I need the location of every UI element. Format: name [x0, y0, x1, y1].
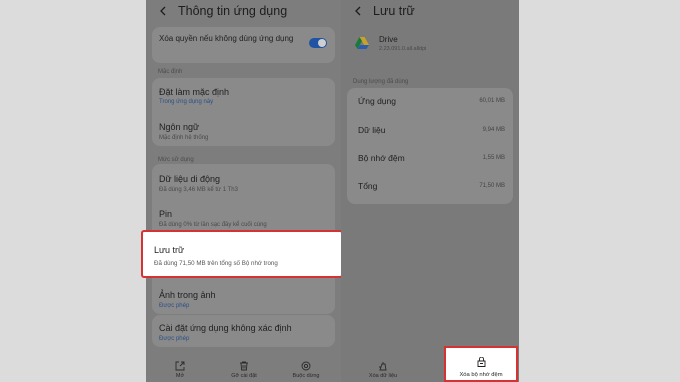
- open-external-icon: [175, 361, 185, 371]
- app-info-bottom-bar: Mở Gỡ cài đặt Buộc dừng: [146, 352, 341, 382]
- remove-permissions-row[interactable]: Xóa quyền nếu không dùng ứng dụng: [152, 27, 335, 63]
- page-title: Lưu trữ: [373, 4, 415, 18]
- storage-section-title: Dung lượng đã dùng: [353, 79, 409, 85]
- storage-usage-card: Ứng dụng 60,01 MB Dữ liệu 9,94 MB Bộ nhớ…: [347, 88, 513, 204]
- app-info-screen: Thông tin ứng dụng Xóa quyền nếu không d…: [146, 0, 341, 382]
- section-default-title: Mặc định: [158, 69, 183, 75]
- clear-data-icon: [379, 362, 387, 371]
- toggle-knob: [318, 39, 326, 47]
- storage-row-value: 1,55 MB: [482, 155, 505, 161]
- language-title: Ngôn ngữ: [159, 122, 200, 132]
- storage-row-label: Ứng dụng: [358, 96, 396, 106]
- set-default-subtitle: Trong ứng dụng này: [159, 99, 214, 105]
- remove-permissions-card: Xóa quyền nếu không dùng ứng dụng: [152, 27, 335, 63]
- storage-row-label: Bộ nhớ đệm: [358, 153, 405, 163]
- trash-icon: [240, 361, 248, 371]
- clear-cache-label: Xóa bộ nhớ đệm: [459, 372, 503, 378]
- storage-row-value: 60,01 MB: [479, 98, 505, 104]
- force-stop-icon: [301, 361, 311, 371]
- storage-row-data: Dữ liệu 9,94 MB: [347, 117, 513, 145]
- app-version: 2.23.091.0.all.alldpi: [379, 46, 427, 52]
- clear-cache-icon: [477, 357, 486, 367]
- open-label: Mở: [175, 373, 185, 379]
- battery-title: Pin: [159, 209, 173, 219]
- clear-data-label: Xóa dữ liệu: [368, 373, 398, 379]
- storage-row-value: 71,50 MB: [479, 183, 505, 189]
- language-row[interactable]: Ngôn ngữ Mặc định hệ thống: [152, 112, 335, 146]
- mobile-data-row[interactable]: Dữ liệu di động Đã dùng 3,46 MB kể từ 1 …: [152, 164, 335, 202]
- storage-row-label: Dữ liệu: [358, 125, 386, 135]
- back-arrow-icon: [355, 6, 361, 16]
- remove-permissions-toggle[interactable]: [309, 38, 327, 48]
- language-subtitle: Mặc định hệ thống: [159, 135, 209, 141]
- picture-in-picture-row[interactable]: Ảnh trong ảnh Được phép: [152, 278, 335, 314]
- force-stop-button[interactable]: Buộc dừng: [284, 361, 328, 379]
- install-unknown-card: Cài đặt ứng dụng không xác định Được phé…: [152, 315, 335, 347]
- picture-in-picture-title: Ảnh trong ảnh: [159, 290, 216, 300]
- storage-row-total: Tổng 71,50 MB: [347, 173, 513, 201]
- battery-subtitle: Đã dùng 0% từ lần sạc đầy kể cuối cùng: [159, 222, 267, 228]
- clear-cache-button-highlighted[interactable]: Xóa bộ nhớ đệm: [444, 346, 518, 382]
- mobile-data-subtitle: Đã dùng 3,46 MB kể từ 1 Th3: [159, 187, 238, 193]
- storage-row-highlighted[interactable]: Lưu trữ Đã dùng 71,50 MB trên tổng số Bộ…: [141, 230, 343, 278]
- uninstall-button[interactable]: Gỡ cài đặt: [222, 361, 266, 379]
- storage-screen: Lưu trữ Drive 2.23.091.0.all.alldpi Dung…: [341, 0, 519, 382]
- storage-row-app: Ứng dụng 60,01 MB: [347, 88, 513, 116]
- app-info-header: Thông tin ứng dụng: [146, 0, 341, 22]
- install-unknown-title: Cài đặt ứng dụng không xác định: [159, 323, 292, 333]
- back-button[interactable]: [154, 0, 172, 22]
- open-button[interactable]: Mở: [158, 361, 202, 379]
- mobile-data-title: Dữ liệu di động: [159, 174, 221, 184]
- storage-row-value: 9,94 MB: [482, 127, 505, 133]
- google-drive-icon: [355, 37, 369, 49]
- remove-permissions-label: Xóa quyền nếu không dùng ứng dụng: [159, 34, 294, 43]
- section-usage-title: Mức sử dụng: [158, 157, 194, 163]
- picture-in-picture-subtitle: Được phép: [159, 303, 190, 309]
- storage-subtitle: Đã dùng 71,50 MB trên tổng số Bộ nhớ tro…: [154, 260, 278, 267]
- install-unknown-row[interactable]: Cài đặt ứng dụng không xác định Được phé…: [152, 315, 335, 347]
- set-default-title: Đặt làm mặc định: [159, 87, 230, 97]
- storage-header: Lưu trữ: [341, 0, 519, 22]
- storage-title: Lưu trữ: [154, 245, 185, 255]
- clear-data-button[interactable]: Xóa dữ liệu: [361, 361, 405, 379]
- page-title: Thông tin ứng dụng: [178, 4, 288, 18]
- force-stop-label: Buộc dừng: [292, 373, 320, 379]
- back-button[interactable]: [349, 0, 367, 22]
- set-default-row[interactable]: Đặt làm mặc định Trong ứng dụng này: [152, 78, 335, 112]
- storage-row-cache: Bộ nhớ đệm 1,55 MB: [347, 145, 513, 173]
- install-unknown-subtitle: Được phép: [159, 336, 190, 342]
- storage-row-label: Tổng: [358, 181, 378, 191]
- battery-row[interactable]: Pin Đã dùng 0% từ lần sạc đầy kể cuối cù…: [152, 202, 335, 230]
- default-card: Đặt làm mặc định Trong ứng dụng này Ngôn…: [152, 78, 335, 146]
- app-name: Drive: [379, 35, 398, 44]
- uninstall-label: Gỡ cài đặt: [231, 373, 257, 379]
- back-arrow-icon: [160, 6, 166, 16]
